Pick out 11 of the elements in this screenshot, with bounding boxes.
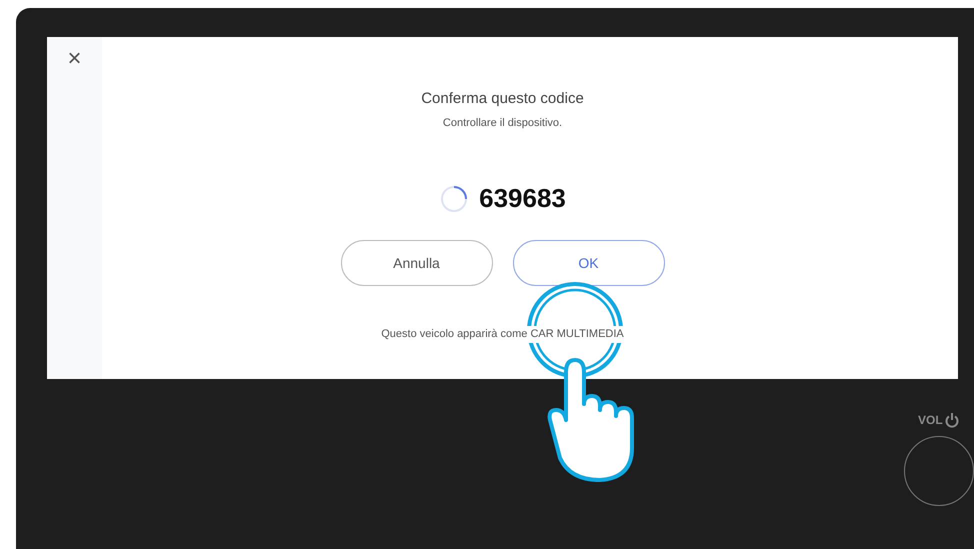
ok-button[interactable]: OK — [512, 240, 664, 286]
dialog-subtitle: Controllare il dispositivo. — [442, 116, 562, 130]
vehicle-name-note: Questo veicolo apparirà come CAR MULTIMEDIA — [379, 326, 626, 342]
spinner-icon — [439, 184, 470, 214]
cancel-button[interactable]: Annulla — [340, 240, 492, 286]
pairing-code: 639683 — [479, 182, 566, 215]
volume-label: VOL — [918, 412, 943, 429]
dialog-title: Conferma questo codice — [421, 89, 584, 109]
power-icon — [944, 412, 959, 428]
volume-knob[interactable] — [904, 436, 974, 506]
close-button[interactable]: × — [67, 47, 82, 71]
